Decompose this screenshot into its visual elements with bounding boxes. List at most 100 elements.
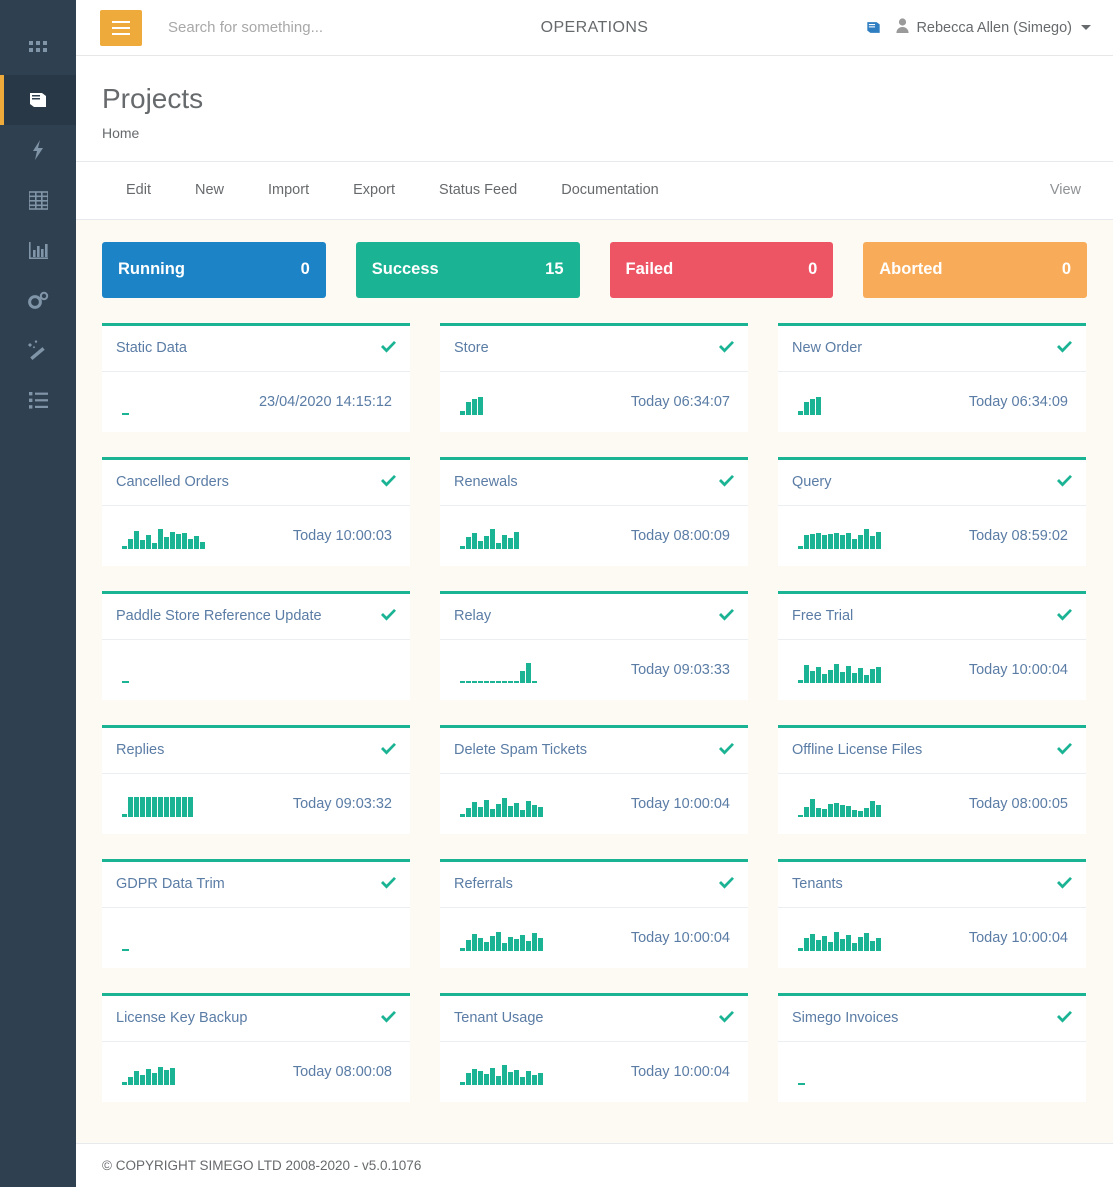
sparkline-chart	[122, 925, 129, 951]
toolbar-item-edit[interactable]: Edit	[102, 182, 173, 198]
project-card[interactable]: StoreToday 06:34:07	[440, 323, 748, 432]
project-card-title[interactable]: Delete Spam Tickets	[454, 742, 587, 758]
status-tile-label: Failed	[626, 260, 674, 279]
project-card-title[interactable]: Offline License Files	[792, 742, 922, 758]
status-tile-running[interactable]: Running0	[102, 242, 326, 298]
project-card-header: Relay	[440, 594, 748, 640]
user-menu[interactable]: Rebecca Allen (Simego)	[896, 18, 1091, 37]
project-card[interactable]: Cancelled Orders Today 10:00:03	[102, 457, 410, 566]
project-card-header: Free Trial	[778, 594, 1086, 640]
check-icon	[719, 475, 734, 490]
sidebar-item-apps-grid[interactable]	[0, 25, 76, 75]
project-card-title[interactable]: Relay	[454, 608, 491, 624]
sparkline-chart	[122, 657, 129, 683]
project-card[interactable]: Query Today 08:59:02	[778, 457, 1086, 566]
breadcrumb[interactable]: Home	[102, 125, 1113, 141]
sidebar-item-reports[interactable]	[0, 225, 76, 275]
project-card-title[interactable]: Replies	[116, 742, 164, 758]
project-card[interactable]: ReferralsToday 10:00:04	[440, 859, 748, 968]
project-card-body: Today 08:59:02	[778, 506, 1086, 566]
project-card-timestamp: Today 10:00:04	[969, 662, 1068, 678]
sparkline-chart	[798, 389, 821, 415]
check-icon	[1057, 609, 1072, 624]
project-card-title[interactable]: New Order	[792, 340, 862, 356]
menu-toggle-button[interactable]	[100, 10, 142, 46]
toolbar-item-import[interactable]: Import	[246, 182, 331, 198]
project-card-body: Today 08:00:09	[440, 506, 748, 566]
project-card-title[interactable]: Free Trial	[792, 608, 853, 624]
project-card-title[interactable]: Referrals	[454, 876, 513, 892]
sidebar-item-projects[interactable]	[0, 75, 76, 125]
status-tile-count: 0	[808, 260, 817, 279]
project-card-title[interactable]: Tenants	[792, 876, 843, 892]
bolt-icon	[29, 140, 47, 160]
sparkline-chart	[460, 389, 483, 415]
project-card-timestamp: Today 09:03:33	[631, 662, 730, 678]
project-card-title[interactable]: GDPR Data Trim	[116, 876, 225, 892]
project-card[interactable]: Delete Spam Tickets Today 10:00:04	[440, 725, 748, 834]
check-icon	[719, 877, 734, 892]
status-tile-success[interactable]: Success15	[356, 242, 580, 298]
sidebar-item-settings[interactable]	[0, 275, 76, 325]
project-card-body: Today 06:34:09	[778, 372, 1086, 432]
check-icon	[719, 743, 734, 758]
status-tile-failed[interactable]: Failed 0	[610, 242, 834, 298]
project-card[interactable]: New Order Today 06:34:09	[778, 323, 1086, 432]
project-card[interactable]: License Key Backup Today 08:00:08	[102, 993, 410, 1102]
project-card[interactable]: Offline License FilesToday 08:00:05	[778, 725, 1086, 834]
project-card-title[interactable]: Tenant Usage	[454, 1010, 543, 1026]
project-card[interactable]: Paddle Store Reference Update	[102, 591, 410, 700]
project-card-title[interactable]: Renewals	[454, 474, 518, 490]
project-card-header: GDPR Data Trim	[102, 862, 410, 908]
project-card-timestamp: Today 10:00:03	[293, 528, 392, 544]
projects-grid: Static Data23/04/2020 14:15:12StoreToday…	[102, 323, 1087, 1127]
sparkline-chart	[460, 523, 519, 549]
project-card[interactable]: Free Trial Today 10:00:04	[778, 591, 1086, 700]
table-icon	[29, 191, 48, 210]
toolbar-item-status-feed[interactable]: Status Feed	[417, 182, 539, 198]
caret-down-icon	[1081, 25, 1091, 30]
project-card[interactable]: RepliesToday 09:03:32	[102, 725, 410, 834]
project-card[interactable]: Tenant Usage Today 10:00:04	[440, 993, 748, 1102]
project-card-timestamp: Today 10:00:04	[631, 796, 730, 812]
status-tile-aborted[interactable]: Aborted0	[863, 242, 1087, 298]
check-icon	[381, 341, 396, 356]
project-card[interactable]: GDPR Data Trim	[102, 859, 410, 968]
sparkline-chart	[798, 523, 881, 549]
project-card[interactable]: Relay Today 09:03:33	[440, 591, 748, 700]
search-input[interactable]	[168, 19, 468, 36]
status-tile-label: Success	[372, 260, 439, 279]
sidebar-item-logs[interactable]	[0, 375, 76, 425]
project-card-body: Today 10:00:03	[102, 506, 410, 566]
toolbar-item-new[interactable]: New	[173, 182, 246, 198]
sparkline-chart	[122, 1059, 175, 1085]
project-card-title[interactable]: Simego Invoices	[792, 1010, 898, 1026]
toolbar-item-documentation[interactable]: Documentation	[539, 182, 681, 198]
sparkline-chart	[798, 791, 881, 817]
check-icon	[719, 609, 734, 624]
project-card-body: Today 08:00:08	[102, 1042, 410, 1102]
toolbar-item-export[interactable]: Export	[331, 182, 417, 198]
project-card-title[interactable]: Store	[454, 340, 489, 356]
footer: © COPYRIGHT SIMEGO LTD 2008-2020 - v5.0.…	[76, 1143, 1113, 1187]
sidebar-item-data-tables[interactable]	[0, 175, 76, 225]
toolbar-item-view[interactable]: View	[1028, 182, 1087, 198]
project-card-title[interactable]: License Key Backup	[116, 1010, 247, 1026]
topbar-right: Rebecca Allen (Simego)	[865, 18, 1091, 37]
project-card[interactable]: Renewals Today 08:00:09	[440, 457, 748, 566]
project-card-header: Renewals	[440, 460, 748, 506]
sidebar-item-tools[interactable]	[0, 325, 76, 375]
sparkline-chart	[460, 791, 543, 817]
sparkline-chart	[122, 791, 193, 817]
project-card[interactable]: Static Data23/04/2020 14:15:12	[102, 323, 410, 432]
project-card-title[interactable]: Static Data	[116, 340, 187, 356]
project-card-title[interactable]: Query	[792, 474, 832, 490]
sidebar-item-automation[interactable]	[0, 125, 76, 175]
project-card[interactable]: Simego Invoices	[778, 993, 1086, 1102]
project-card[interactable]: TenantsToday 10:00:04	[778, 859, 1086, 968]
project-card-timestamp: Today 10:00:04	[631, 1064, 730, 1080]
book-icon[interactable]	[865, 19, 882, 36]
project-card-title[interactable]: Cancelled Orders	[116, 474, 229, 490]
user-name: Rebecca Allen (Simego)	[916, 20, 1072, 36]
project-card-title[interactable]: Paddle Store Reference Update	[116, 608, 322, 624]
